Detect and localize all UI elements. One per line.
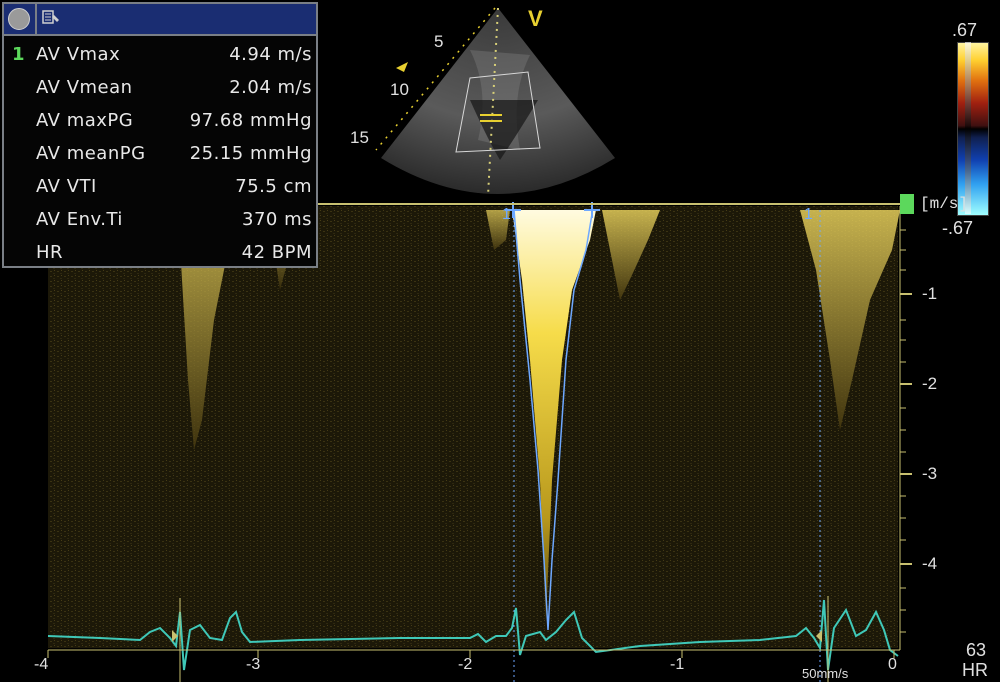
measurement-value: 2.04 m/s <box>229 77 312 98</box>
caliper-label-start: 1 <box>502 206 511 223</box>
velocity-tick-4: -4 <box>922 554 938 573</box>
color-scale-reference <box>965 42 971 214</box>
depth-label-10: 10 <box>390 80 409 99</box>
measurement-row-av-vmax[interactable]: 1 AV Vmax 4.94 m/s <box>4 40 316 72</box>
measurement-value: 370 ms <box>242 209 312 230</box>
titlebar-divider <box>35 4 37 34</box>
measurement-index: 1 <box>12 44 26 65</box>
time-tick-0: 0 <box>888 656 897 673</box>
measurement-row-hr[interactable]: HR 42 BPM <box>4 238 316 270</box>
time-tick-minus1: -1 <box>670 656 685 673</box>
measurement-row-av-vmean[interactable]: AV Vmean 2.04 m/s <box>4 73 316 105</box>
color-scale-bottom: -.67 <box>942 218 974 238</box>
depth-label-5: 5 <box>434 32 444 51</box>
heart-rate-label: HR <box>962 660 988 680</box>
measurement-label: AV meanPG <box>36 143 146 164</box>
measurement-row-av-maxpg[interactable]: AV maxPG 97.68 mmHg <box>4 106 316 138</box>
measurement-label: HR <box>36 242 64 263</box>
measurement-panel-titlebar[interactable] <box>4 4 316 36</box>
color-velocity-scale <box>957 42 989 216</box>
depth-label-15: 15 <box>350 128 369 147</box>
time-tick-minus2: -2 <box>458 656 473 673</box>
velocity-tick-1: -1 <box>922 284 938 303</box>
baseline-handle[interactable] <box>900 194 914 214</box>
measurement-label: AV maxPG <box>36 110 134 131</box>
measurement-panel[interactable]: 1 AV Vmax 4.94 m/s AV Vmean 2.04 m/s AV … <box>2 2 318 268</box>
measurement-label: AV Vmean <box>36 77 133 98</box>
orientation-marker-icon <box>396 62 408 72</box>
time-axis <box>47 649 900 658</box>
sweep-speed-label: 50mm/s <box>802 666 849 681</box>
panel-close-button[interactable] <box>8 8 30 30</box>
spectral-field[interactable] <box>48 206 898 648</box>
heart-rate-value: 63 <box>966 640 987 660</box>
sector-marker-label: V <box>528 6 543 31</box>
caliper-label-right: 1 <box>804 206 813 223</box>
measurement-value: 25.15 mmHg <box>189 143 312 164</box>
velocity-tick-2: -2 <box>922 374 938 393</box>
velocity-unit: [m/s] <box>920 195 969 213</box>
measurement-label: AV VTI <box>36 176 97 197</box>
measurement-value: 4.94 m/s <box>229 44 312 65</box>
time-tick-minus4: -4 <box>34 656 49 673</box>
measurement-row-av-meanpg[interactable]: AV meanPG 25.15 mmHg <box>4 139 316 171</box>
measurement-row-av-env-ti[interactable]: AV Env.Ti 370 ms <box>4 205 316 237</box>
color-scale-top: .67 <box>952 20 978 40</box>
measurement-value: 75.5 cm <box>235 176 312 197</box>
measurement-value: 97.68 mmHg <box>189 110 312 131</box>
velocity-tick-3: -3 <box>922 464 938 483</box>
measurement-row-av-vti[interactable]: AV VTI 75.5 cm <box>4 172 316 204</box>
measurement-label: AV Env.Ti <box>36 209 123 230</box>
measurement-label: AV Vmax <box>36 44 121 65</box>
time-tick-minus3: -3 <box>246 656 261 673</box>
velocity-axis <box>899 206 912 650</box>
measurement-tool-icon[interactable] <box>42 9 60 27</box>
measurement-value: 42 BPM <box>241 242 312 263</box>
